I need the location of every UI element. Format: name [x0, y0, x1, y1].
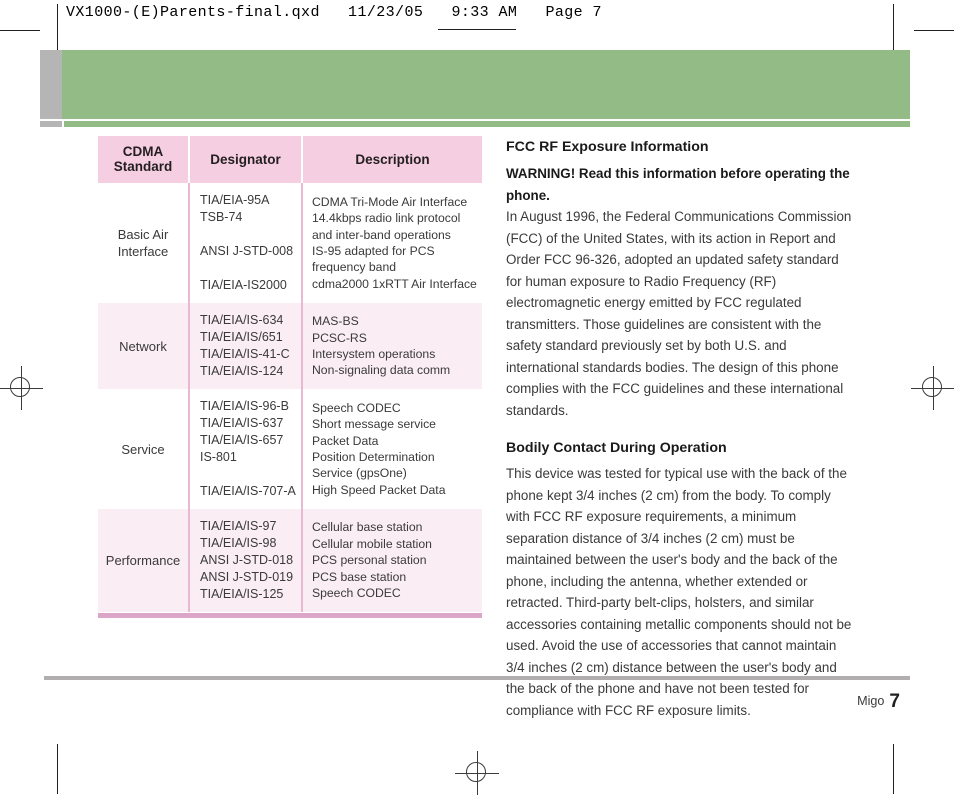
standard-line-2: Interface: [117, 244, 169, 259]
registration-mark-left: [0, 366, 43, 410]
trim-mark-mid-left: [0, 30, 40, 31]
designator-item: TIA/EIA/IS-125: [200, 587, 284, 601]
designator-item: TIA/EIA/IS-98: [200, 536, 277, 550]
description-item: Speech CODEC: [312, 586, 401, 601]
column-header-description: Description: [302, 136, 482, 183]
cell-standard: Network: [98, 303, 189, 389]
cell-description: CDMA Tri-Mode Air Interface 14.4kbps rad…: [302, 183, 482, 303]
slug-underline-rule: [438, 29, 516, 30]
warning-text: WARNING! Read this information before op…: [506, 166, 850, 203]
section-heading-fcc-rf-exposure: FCC RF Exposure Information: [506, 139, 709, 155]
cdma-standards-table: CDMA Standard Designator Description Bas…: [98, 136, 482, 612]
paragraph-bodily-contact: This device was tested for typical use w…: [506, 466, 852, 718]
description-item: MAS-BS: [312, 314, 359, 329]
description-item: Cellular base station: [312, 520, 423, 535]
page-number: 7: [889, 691, 900, 712]
description-item: PCS personal station: [312, 553, 427, 568]
trim-mark-top-left: [57, 4, 58, 50]
table-row: Basic Air Interface TIA/EIA-95A TSB-74 A…: [98, 183, 482, 303]
column-header-line-2: Standard: [113, 159, 173, 174]
description-item: Position Determination Service (gpsOne): [312, 450, 435, 481]
registration-circle-icon: [10, 377, 30, 397]
designator-item: IS-801: [200, 450, 237, 464]
designator-item: TIA/EIA/IS/651: [200, 330, 283, 344]
article-column: FCC RF Exposure Information WARNING! Rea…: [506, 138, 854, 721]
footer-divider: [44, 676, 910, 680]
designator-item: TIA/EIA/IS-124: [200, 364, 284, 378]
footer-brand: Migo: [857, 694, 885, 708]
paragraph-fcc-background: In August 1996, the Federal Communicatio…: [506, 209, 852, 418]
table-row: Performance TIA/EIA/IS-97 TIA/EIA/IS-98 …: [98, 509, 482, 612]
cell-standard: Service: [98, 389, 189, 509]
designator-item: TIA/EIA-95A: [200, 193, 270, 207]
description-item: CDMA Tri-Mode Air Interface: [312, 194, 468, 209]
description-item: Short message service: [312, 417, 436, 432]
trim-mark-mid-right: [914, 30, 954, 31]
banner-side-tab-strip: [40, 121, 62, 127]
cell-designator: TIA/EIA/IS-634 TIA/EIA/IS/651 TIA/EIA/IS…: [188, 303, 303, 389]
description-item: PCS base station: [312, 569, 407, 584]
prepress-file-slug: VX1000-(E)Parents-final.qxd 11/23/05 9:3…: [66, 4, 602, 21]
description-item: IS-95 adapted for PCS frequency band: [312, 244, 435, 275]
cell-description: MAS-BS PCSC-RS Intersystem operations No…: [302, 303, 482, 389]
designator-spacer: [200, 466, 301, 483]
trim-mark-bottom-right: [893, 744, 894, 794]
section-heading-bodily-contact: Bodily Contact During Operation: [506, 440, 727, 456]
trim-mark-bottom-left: [57, 744, 58, 794]
registration-mark-bottom: [455, 751, 499, 795]
table-header-row: CDMA Standard Designator Description: [98, 136, 482, 183]
table-bottom-rule: [98, 613, 482, 618]
cell-standard: Performance: [98, 509, 189, 612]
cell-designator: TIA/EIA/IS-96-B TIA/EIA/IS-637 TIA/EIA/I…: [188, 389, 303, 509]
designator-spacer: [200, 226, 301, 243]
registration-circle-icon: [922, 377, 942, 397]
designator-item: TIA/EIA/IS-707-A: [200, 484, 296, 498]
table-row: Service TIA/EIA/IS-96-B TIA/EIA/IS-637 T…: [98, 389, 482, 509]
designator-item: ANSI J-STD-008: [200, 244, 294, 258]
table-row: Network TIA/EIA/IS-634 TIA/EIA/IS/651 TI…: [98, 303, 482, 389]
description-item: Packet Data: [312, 433, 379, 448]
designator-item: TSB-74: [200, 210, 243, 224]
registration-circle-icon: [466, 762, 486, 782]
designator-item: ANSI J-STD-018: [200, 553, 294, 567]
designator-item: ANSI J-STD-019: [200, 570, 294, 584]
column-header-cdma-standard: CDMA Standard: [98, 136, 190, 183]
banner-side-tab: [40, 50, 62, 119]
designator-item: TIA/EIA/IS-657: [200, 433, 284, 447]
description-item: 14.4kbps radio link protocol and inter-b…: [312, 211, 461, 242]
description-item: cdma2000 1xRTT Air Interface: [312, 276, 477, 291]
footer: Migo 7: [857, 691, 900, 713]
description-item: High Speed Packet Data: [312, 482, 446, 497]
designator-item: TIA/EIA/IS-637: [200, 416, 284, 430]
column-header-designator: Designator: [189, 136, 303, 183]
designator-item: TIA/EIA/IS-97: [200, 519, 277, 533]
standard-line-1: Basic Air: [117, 227, 169, 242]
description-item: Speech CODEC: [312, 400, 401, 415]
designator-item: TIA/EIA/IS-41-C: [200, 347, 290, 361]
cell-standard: Basic Air Interface: [98, 183, 189, 303]
cell-designator: TIA/EIA/IS-97 TIA/EIA/IS-98 ANSI J-STD-0…: [188, 509, 303, 612]
page-banner-strip: [64, 121, 910, 127]
designator-spacer: [200, 260, 301, 277]
description-item: Cellular mobile station: [312, 536, 432, 551]
column-header-line-1: CDMA: [122, 144, 164, 159]
cell-description: Speech CODEC Short message service Packe…: [302, 389, 482, 509]
cell-description: Cellular base station Cellular mobile st…: [302, 509, 482, 612]
trim-mark-top-right: [893, 4, 894, 50]
cell-designator: TIA/EIA-95A TSB-74 ANSI J-STD-008 TIA/EI…: [188, 183, 303, 303]
designator-item: TIA/EIA/IS-634: [200, 313, 284, 327]
designator-item: TIA/EIA/IS-96-B: [200, 399, 289, 413]
registration-mark-right: [911, 366, 954, 410]
page-banner: [62, 50, 910, 119]
description-item: Intersystem operations: [312, 347, 436, 361]
description-item: Non-signaling data comm: [312, 363, 451, 378]
description-item: PCSC-RS: [312, 330, 367, 345]
designator-item: TIA/EIA-IS2000: [200, 278, 287, 292]
